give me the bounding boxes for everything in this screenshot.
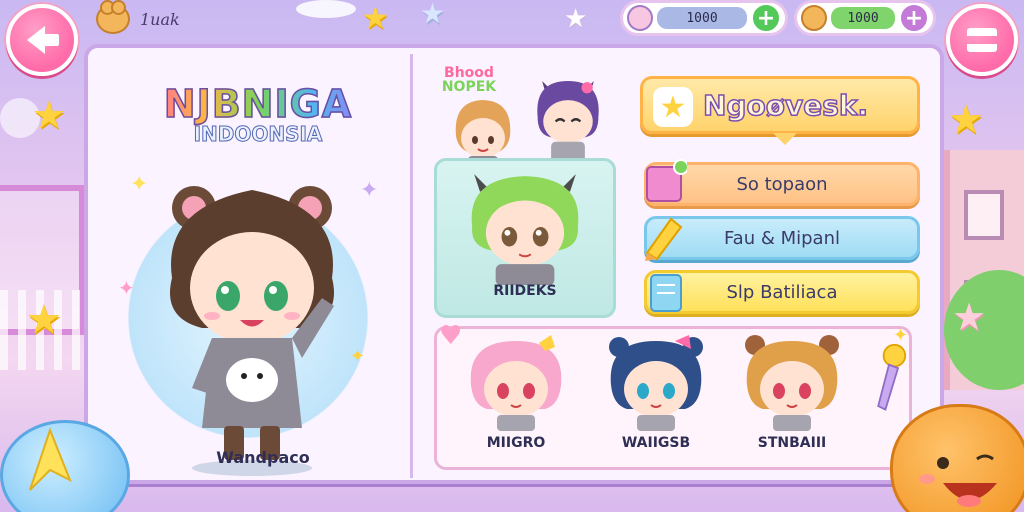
sparkle-icon: ✦ [360,178,379,203]
star-decoration: ★ [564,4,588,34]
currency-2-value: 1000 [831,7,895,29]
menu-button[interactable] [946,4,1018,76]
menu-option-2[interactable]: Fau & Mipanl [644,216,920,261]
small-character-purple[interactable] [528,72,608,162]
star-decoration: ★ [952,295,987,339]
roster-character-3-name: STNBAIII [757,435,827,451]
roster-character-1-name: MIIGRO [486,435,546,451]
menu-option-3-label: Slp Batiliaca [726,281,838,303]
featured-character-name: RIIDEKS [493,283,557,299]
user-profile[interactable]: 1uak [96,0,180,34]
sparkle-icon: ✦ [130,172,149,197]
star-decoration: ★ [948,97,984,143]
crayon-decoration-icon [29,427,72,491]
notebook-icon [650,274,682,312]
add-currency-1-button[interactable]: + [751,3,781,33]
roster-character-1-portrait[interactable] [461,331,571,431]
star-decoration: ★ [362,1,389,36]
menu-icon [967,28,997,52]
sticker-tag-line-2: NOPEK [441,79,497,95]
bear-token-icon [801,5,827,31]
star-decoration: ★ [420,0,446,30]
hero-name: Wandpaco [216,448,310,467]
cloud-decoration [296,0,356,18]
sparkle-icon: ✦ [118,276,135,300]
star-icon: ★ [653,87,693,127]
menu-option-1[interactable]: So topaon [644,159,920,206]
panel-divider [410,54,413,478]
sparkle-icon: ✦ [350,346,366,367]
user-name: 1uak [140,9,180,29]
menu-option-3[interactable]: Slp Batiliaca [644,270,920,314]
sparkle-icon: ✦ [893,325,909,346]
character-token-icon [627,5,653,31]
currency-counter-2: 1000 + [794,0,936,36]
featured-character-portrait [471,174,579,285]
character-roster: ♥ MIIGRO WAIIGSB STNBAIII ✦ [434,321,912,470]
add-currency-2-button[interactable]: + [899,3,929,33]
crayon-icon [645,217,683,261]
menu-option-1-label: So topaon [736,173,828,195]
currency-counter-1: 1000 + [620,0,788,36]
heart-icon: ♥ [439,321,463,351]
character-select-panel: NJBNIGA INDOONSIA ✦ ✦ ✦ ✦ Wandpaco Bhood… [84,44,944,484]
star-decoration: ★ [32,93,67,137]
game-logo: NJBNIGA INDOONSIA [148,81,368,146]
logo-title: NJBNIGA [148,81,368,127]
star-decoration: ★ [26,297,62,343]
featured-character-card[interactable]: RIIDEKS [434,158,616,318]
hero-character-portrait[interactable] [152,168,352,478]
photo-frame-icon [646,159,687,202]
back-arrow-icon [27,26,59,54]
roster-character-3-portrait[interactable] [737,331,847,431]
menu-option-2-label: Fau & Mipanl [723,227,840,249]
sticker-tag-line-1: Bhood [444,65,494,81]
user-avatar-icon [96,0,130,34]
title-banner: ★ Ngoøvesk. [640,76,920,145]
roster-character-2-portrait[interactable] [601,331,711,431]
roster-character-2-name: WAIIGSB [621,435,691,451]
cookie-mascot-face-icon [919,454,997,507]
title-banner-text: Ngoøvesk. [702,88,869,123]
cookie-mascot[interactable] [890,404,1024,512]
sticker-tag: Bhood NOPEK [438,66,500,94]
currency-1-value: 1000 [657,7,747,29]
back-button[interactable] [6,4,78,76]
